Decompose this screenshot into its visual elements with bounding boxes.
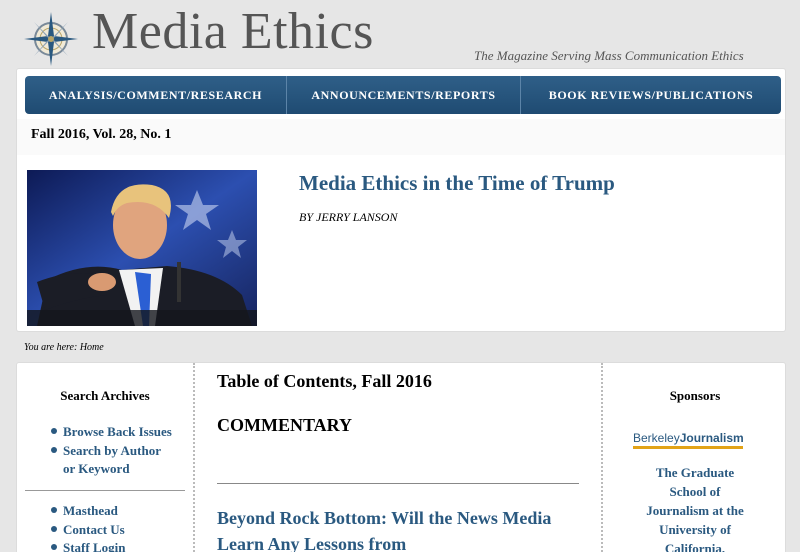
section-heading: COMMENTARY <box>217 415 353 435</box>
sponsors-heading: Sponsors <box>669 388 721 403</box>
main-panel: Search Archives Browse Back Issues Searc… <box>16 362 786 552</box>
featured-panel: ANALYSIS/COMMENT/RESEARCH ANNOUNCEMENTS/… <box>16 68 786 332</box>
left-sidebar: Search Archives Browse Back Issues Searc… <box>17 363 195 552</box>
masthead-link[interactable]: Masthead <box>49 502 199 521</box>
nav-announcements[interactable]: ANNOUNCEMENTS/REPORTS <box>287 76 521 114</box>
sidebar-divider <box>25 490 185 491</box>
archive-links: Browse Back Issues Search by Author or K… <box>49 423 199 479</box>
toc-title: Table of Contents, Fall 2016 <box>217 371 432 391</box>
search-archives-heading: Search Archives <box>60 388 150 403</box>
issue-label: Fall 2016, Vol. 28, No. 1 <box>31 127 172 142</box>
staff-login-link[interactable]: Staff Login <box>49 539 199 552</box>
sponsor-logo-bold: Journalism <box>679 431 744 445</box>
sponsor-logo-light: Berkeley <box>633 431 680 445</box>
feature-photo-image <box>27 170 257 326</box>
right-sidebar: Sponsors BerkeleyJournalism The Graduate… <box>601 363 787 552</box>
site-title[interactable]: Media Ethics <box>92 6 374 58</box>
breadcrumb: You are here: Home <box>24 342 104 353</box>
feature-photo[interactable] <box>27 170 257 326</box>
nav-book-reviews[interactable]: BOOK REVIEWS/PUBLICATIONS <box>521 76 781 114</box>
search-by-author-link[interactable]: Search by Author or Keyword <box>49 442 169 479</box>
berkeley-journalism-logo[interactable]: BerkeleyJournalism <box>633 431 744 449</box>
masthead: Media Ethics The Magazine Serving Mass C… <box>0 0 800 68</box>
nav-analysis[interactable]: ANALYSIS/COMMENT/RESEARCH <box>25 76 287 114</box>
main-nav: ANALYSIS/COMMENT/RESEARCH ANNOUNCEMENTS/… <box>25 76 781 114</box>
site-tagline: The Magazine Serving Mass Communication … <box>474 48 744 63</box>
site-links: Masthead Contact Us Staff Login <box>49 502 199 552</box>
contact-us-link[interactable]: Contact Us <box>49 521 199 540</box>
article-link[interactable]: Beyond Rock Bottom: Will the News Media … <box>217 505 577 552</box>
compass-logo-icon[interactable] <box>22 10 80 68</box>
feature-article-title[interactable]: Media Ethics in the Time of Trump <box>299 171 615 196</box>
content-divider <box>217 483 579 484</box>
sponsor-description[interactable]: The Graduate School of Journalism at the… <box>603 463 787 552</box>
browse-back-issues-link[interactable]: Browse Back Issues <box>49 423 199 442</box>
feature-byline: BY JERRY LANSON <box>299 210 398 224</box>
